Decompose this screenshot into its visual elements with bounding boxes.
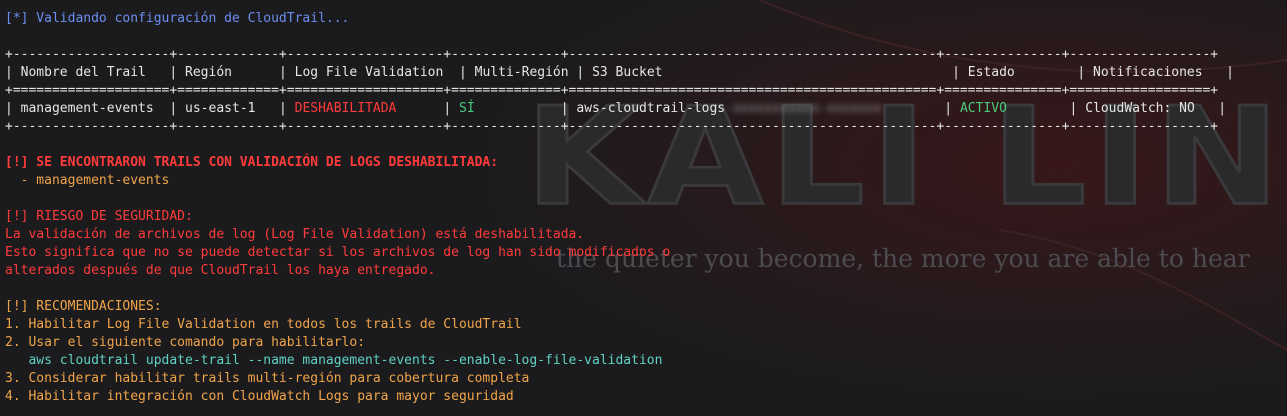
- warning-title: [!] SE ENCONTRARON TRAILS CON VALIDACIÓN…: [5, 155, 499, 170]
- trail-region: us-east-1: [185, 101, 256, 116]
- recommendation-step: 1. Habilitar Log File Validation en todo…: [5, 317, 522, 332]
- col-estado: Estado: [967, 65, 1015, 80]
- table-row: | management-events | us-east-1 | DESHAB…: [5, 101, 1227, 116]
- trail-bucket-redacted: -xxxxxxxxxxx-xxxxxxx: [725, 101, 882, 116]
- terminal-output[interactable]: [*] Validando configuración de CloudTrai…: [5, 10, 1287, 406]
- status-header: [*] Validando configuración de CloudTrai…: [5, 11, 350, 26]
- trail-multi-region: SÍ: [459, 101, 475, 116]
- col-region: Región: [185, 65, 232, 80]
- risk-line: alterados después de que CloudTrail los …: [5, 263, 436, 278]
- recommendations-title: [!] RECOMENDACIONES:: [5, 299, 162, 314]
- table-header-row: | Nombre del Trail | Región | Log File V…: [5, 65, 1234, 80]
- recommendation-step: 2. Usar el siguiente comando para habili…: [5, 335, 366, 350]
- recommendation-step: 3. Considerar habilitar trails multi-reg…: [5, 371, 530, 386]
- col-log-validation: Log File Validation: [294, 65, 444, 80]
- trail-notifications: CloudWatch: NO: [1085, 101, 1195, 116]
- trail-bucket: aws-cloudtrail-logs: [576, 101, 726, 116]
- trail-status: ACTIVO: [959, 101, 1007, 116]
- warning-item: - management-events: [5, 173, 170, 188]
- recommendation-command: aws cloudtrail update-trail --name manag…: [5, 353, 663, 368]
- table-border-top: +--------------------+-------------+----…: [5, 47, 1219, 62]
- risk-line: La validación de archivos de log (Log Fi…: [5, 227, 585, 242]
- table-border-double: +====================+=============+====…: [5, 83, 1219, 98]
- risk-title: [!] RIESGO DE SEGURIDAD:: [5, 209, 193, 224]
- col-nombre: Nombre del Trail: [20, 65, 146, 80]
- trail-name: management-events: [20, 101, 154, 116]
- risk-line: Esto significa que no se puede detectar …: [5, 245, 671, 260]
- col-notificaciones: Notificaciones: [1093, 65, 1203, 80]
- table-border-bottom: +--------------------+-------------+----…: [5, 119, 1219, 134]
- col-multi-region: Multi-Región: [474, 65, 569, 80]
- col-s3-bucket: S3 Bucket: [592, 65, 663, 80]
- recommendation-step: 4. Habilitar integración con CloudWatch …: [5, 389, 514, 404]
- trail-log-validation: DESHABILITADA: [294, 101, 397, 116]
